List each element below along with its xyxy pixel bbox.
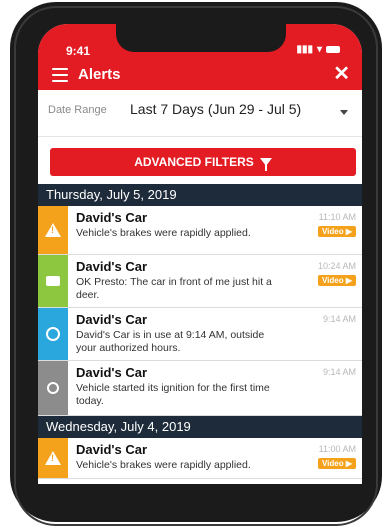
alert-message: OK Presto: The car in front of me just h…	[76, 276, 272, 301]
warning-icon	[38, 438, 68, 478]
signal-icon: ▮▮▮	[296, 44, 313, 55]
alert-time: 11:00 AM	[318, 444, 356, 454]
video-badge[interactable]: Video ▶	[317, 226, 356, 237]
alert-time: 9:14 AM	[322, 314, 356, 324]
phone-notch	[116, 24, 286, 52]
wifi-icon: ▾	[316, 44, 322, 55]
alert-time: 10:24 AM	[317, 261, 356, 271]
alert-message: Vehicle's brakes were rapidly applied.	[76, 227, 251, 239]
alert-title: David's Car	[76, 442, 148, 457]
alert-message: David's Car is in use at 9:14 AM, outsid…	[76, 329, 265, 354]
alert-time: 9:14 AM	[322, 367, 356, 377]
alert-title: David's Car	[76, 312, 148, 327]
advanced-filters-label: ADVANCED FILTERS	[134, 155, 254, 169]
status-icons: ▮▮▮ ▾	[296, 44, 340, 55]
clock-icon	[38, 308, 68, 360]
date-range-value[interactable]: Last 7 Days (Jun 29 - Jul 5)	[130, 101, 301, 117]
app-header: Alerts ✕	[38, 62, 362, 90]
alert-time: 11:10 AM	[318, 212, 356, 222]
day-header: Thursday, July 5, 2019	[38, 184, 362, 206]
alert-title: David's Car	[76, 259, 148, 274]
alert-item[interactable]: David's Car Vehicle's brakes were rapidl…	[38, 206, 362, 255]
alert-message: Vehicle started its ignition for the fir…	[76, 382, 270, 407]
hamburger-menu-icon[interactable]	[52, 68, 68, 82]
video-badge[interactable]: Video ▶	[317, 275, 356, 286]
day-header: Wednesday, July 4, 2019	[38, 416, 362, 438]
close-icon[interactable]: ✕	[333, 63, 350, 85]
date-range-label: Date Range	[48, 104, 107, 116]
dashcam-icon	[38, 255, 68, 307]
key-icon	[38, 361, 68, 415]
alert-item[interactable]: David's Car David's Car is in use at 9:1…	[38, 308, 362, 361]
day-header-label: Wednesday, July 4, 2019	[46, 419, 191, 434]
chevron-down-icon[interactable]	[340, 110, 348, 115]
filter-funnel-icon	[259, 158, 272, 171]
video-badge[interactable]: Video ▶	[317, 458, 356, 469]
alert-item[interactable]: David's Car OK Presto: The car in front …	[38, 255, 362, 308]
warning-icon	[38, 206, 68, 254]
alert-message: Vehicle's brakes were rapidly applied.	[76, 459, 251, 471]
alert-item[interactable]: David's Car Vehicle started its ignition…	[38, 361, 362, 416]
status-time: 9:41	[66, 44, 91, 58]
page-title: Alerts	[78, 66, 121, 83]
day-header-label: Thursday, July 5, 2019	[46, 187, 177, 202]
alert-title: David's Car	[76, 210, 148, 225]
alert-title: David's Car	[76, 365, 148, 380]
date-range-selector[interactable]: Date Range Last 7 Days (Jun 29 - Jul 5)	[38, 90, 362, 137]
advanced-filters-button[interactable]: ADVANCED FILTERS	[50, 148, 356, 176]
battery-icon	[326, 46, 340, 53]
alert-item[interactable]: David's Car Vehicle's brakes were rapidl…	[38, 438, 362, 479]
